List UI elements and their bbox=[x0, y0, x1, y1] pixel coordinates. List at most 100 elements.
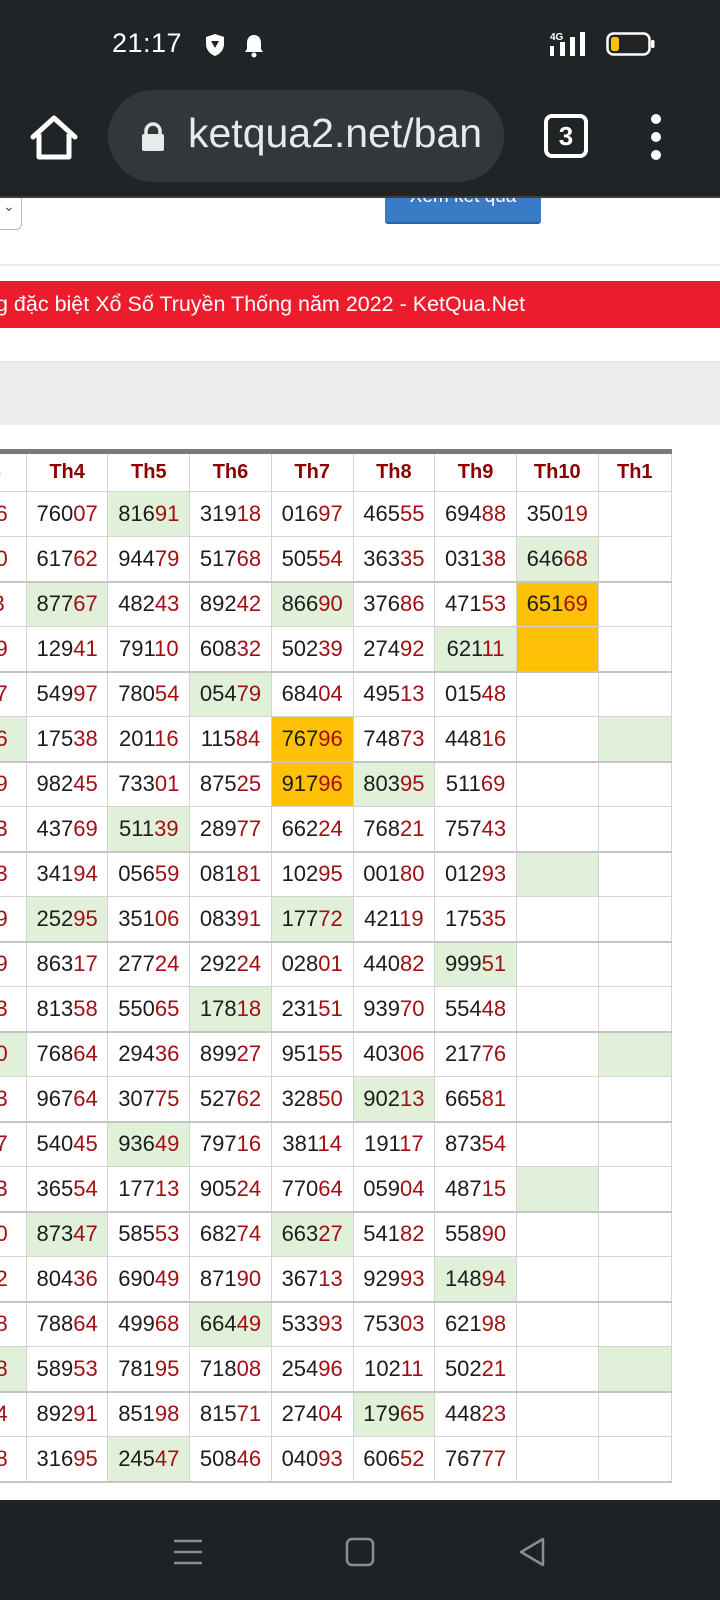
page-content: ⌄ Xem kết quả g đặc biệt Xổ Số Truyền Th… bbox=[0, 198, 720, 1498]
result-tail-digits: 29 bbox=[0, 906, 8, 931]
result-cell: 58953 bbox=[25, 1346, 109, 1393]
more-vert-icon[interactable] bbox=[644, 112, 668, 162]
result-tail-digits: 01 bbox=[318, 951, 343, 977]
result-cell: 51139 bbox=[107, 806, 191, 853]
result-head-digits: 102 bbox=[281, 861, 319, 887]
result-head-digits: 694 bbox=[444, 501, 482, 526]
table-row: 550768642943689927951554030621776 bbox=[0, 1031, 673, 1077]
result-tail-digits: 24 bbox=[236, 951, 262, 977]
result-cell: 65169 bbox=[515, 581, 599, 627]
result-head-digits: 768 bbox=[36, 1041, 74, 1067]
result-cell: 55448 bbox=[434, 986, 517, 1033]
result-cell bbox=[597, 671, 673, 717]
chevron-down-icon: ⌄ bbox=[3, 198, 15, 214]
result-cell: 87190 bbox=[189, 1256, 272, 1303]
result-head-digits: 502 bbox=[444, 1355, 482, 1381]
result-tail-digits: 65 bbox=[154, 995, 180, 1021]
result-cell: 34194 bbox=[25, 851, 109, 897]
result-cell: 953 bbox=[0, 986, 27, 1033]
address-bar[interactable]: ketqua2.net/ban bbox=[108, 90, 504, 182]
result-head-digits: 403 bbox=[363, 1041, 400, 1067]
result-cell: 376 bbox=[0, 491, 27, 537]
result-tail-digits: 18 bbox=[236, 995, 262, 1021]
view-results-button[interactable]: Xem kết quả bbox=[385, 198, 541, 224]
result-head-digits: 718 bbox=[199, 1355, 237, 1381]
result-tail-digits: 86 bbox=[399, 591, 425, 617]
result-head-digits: 902 bbox=[363, 1085, 400, 1111]
result-cell: 399 bbox=[0, 626, 27, 673]
result-head-digits: 999 bbox=[444, 951, 482, 977]
column-header: Th4 bbox=[25, 449, 109, 492]
result-tail-digits: 93 bbox=[481, 861, 507, 887]
column-header: Th9 bbox=[434, 449, 517, 492]
result-cell: 76864 bbox=[25, 1031, 109, 1077]
result-head-digits: 540 bbox=[36, 1131, 74, 1157]
table-row: 593437695113928977662247682175743 bbox=[0, 806, 673, 853]
result-tail-digits: 97 bbox=[318, 501, 343, 526]
result-tail-digits: 13 bbox=[0, 591, 5, 616]
result-head-digits: 316 bbox=[36, 1445, 74, 1471]
result-cell: 05659 bbox=[107, 851, 191, 897]
result-cell: 60832 bbox=[189, 626, 272, 673]
result-tail-digits: 36 bbox=[73, 1265, 98, 1291]
result-tail-digits: 17 bbox=[0, 681, 8, 706]
result-tail-digits: 90 bbox=[318, 591, 343, 617]
result-tail-digits: 54 bbox=[318, 545, 343, 571]
result-cell: 62198 bbox=[434, 1301, 517, 1347]
result-cell: 81358 bbox=[25, 986, 109, 1033]
result-tail-digits: 94 bbox=[73, 861, 98, 887]
result-head-digits: 231 bbox=[281, 995, 319, 1021]
result-cell: 05904 bbox=[352, 1166, 436, 1213]
result-tail-digits: 43 bbox=[481, 815, 507, 841]
result-tail-digits: 95 bbox=[318, 861, 343, 887]
result-cell: 87354 bbox=[434, 1121, 517, 1167]
result-cell bbox=[515, 851, 599, 897]
home-square-icon[interactable] bbox=[340, 1532, 380, 1572]
result-tail-digits: 76 bbox=[0, 501, 8, 526]
back-icon[interactable] bbox=[512, 1532, 552, 1572]
year-select[interactable]: ⌄ bbox=[0, 198, 22, 230]
result-head-digits: 797 bbox=[199, 1131, 237, 1157]
result-head-digits: 804 bbox=[36, 1265, 74, 1291]
result-tail-digits: 24 bbox=[236, 1175, 262, 1201]
recent-apps-icon[interactable] bbox=[168, 1532, 208, 1572]
home-icon[interactable] bbox=[26, 110, 82, 166]
result-head-digits: 815 bbox=[199, 1401, 237, 1427]
result-head-digits: 788 bbox=[36, 1311, 74, 1337]
result-tail-digits: 47 bbox=[73, 1221, 98, 1247]
result-cell: 550 bbox=[0, 1031, 27, 1077]
result-head-digits: 929 bbox=[363, 1265, 400, 1291]
result-cell bbox=[515, 626, 599, 673]
result-head-digits: 851 bbox=[118, 1401, 155, 1427]
table-header-row: h3Th4Th5Th6Th7Th8Th9Th10Th1 bbox=[0, 449, 673, 492]
result-cell: 95155 bbox=[270, 1031, 354, 1077]
table-row: 202804366904987190367139299314894 bbox=[0, 1256, 673, 1303]
result-cell: 356 bbox=[0, 716, 27, 763]
result-cell: 49968 bbox=[107, 1301, 191, 1347]
result-cell: 90524 bbox=[189, 1166, 272, 1213]
tab-switcher-button[interactable]: 3 bbox=[544, 114, 588, 158]
result-head-digits: 663 bbox=[281, 1221, 319, 1247]
result-tail-digits: 42 bbox=[236, 591, 262, 617]
result-head-digits: 054 bbox=[199, 681, 237, 707]
result-cell: 89242 bbox=[189, 581, 272, 627]
result-tail-digits: 69 bbox=[480, 771, 506, 797]
result-cell bbox=[515, 1301, 599, 1347]
result-tail-digits: 04 bbox=[318, 1401, 343, 1427]
result-cell bbox=[515, 1211, 599, 1257]
result-tail-digits: 98 bbox=[154, 1401, 180, 1427]
result-head-digits: 102 bbox=[364, 1355, 401, 1381]
table-row: 218316952454750846040936065276777 bbox=[0, 1436, 673, 1483]
result-cell bbox=[597, 896, 673, 943]
column-header: Th5 bbox=[107, 449, 191, 492]
column-header: Th6 bbox=[189, 449, 272, 492]
result-head-digits: 201 bbox=[119, 725, 155, 751]
result-tail-digits: 95 bbox=[154, 1355, 180, 1381]
result-tail-digits: 27 bbox=[236, 1041, 262, 1067]
result-cell: 92993 bbox=[352, 1256, 436, 1303]
result-head-digits: 905 bbox=[199, 1175, 237, 1201]
result-head-digits: 367 bbox=[281, 1265, 319, 1291]
result-cell: 14894 bbox=[434, 1256, 517, 1303]
result-cell: 68274 bbox=[189, 1211, 272, 1257]
result-tail-digits: 53 bbox=[154, 1221, 180, 1247]
